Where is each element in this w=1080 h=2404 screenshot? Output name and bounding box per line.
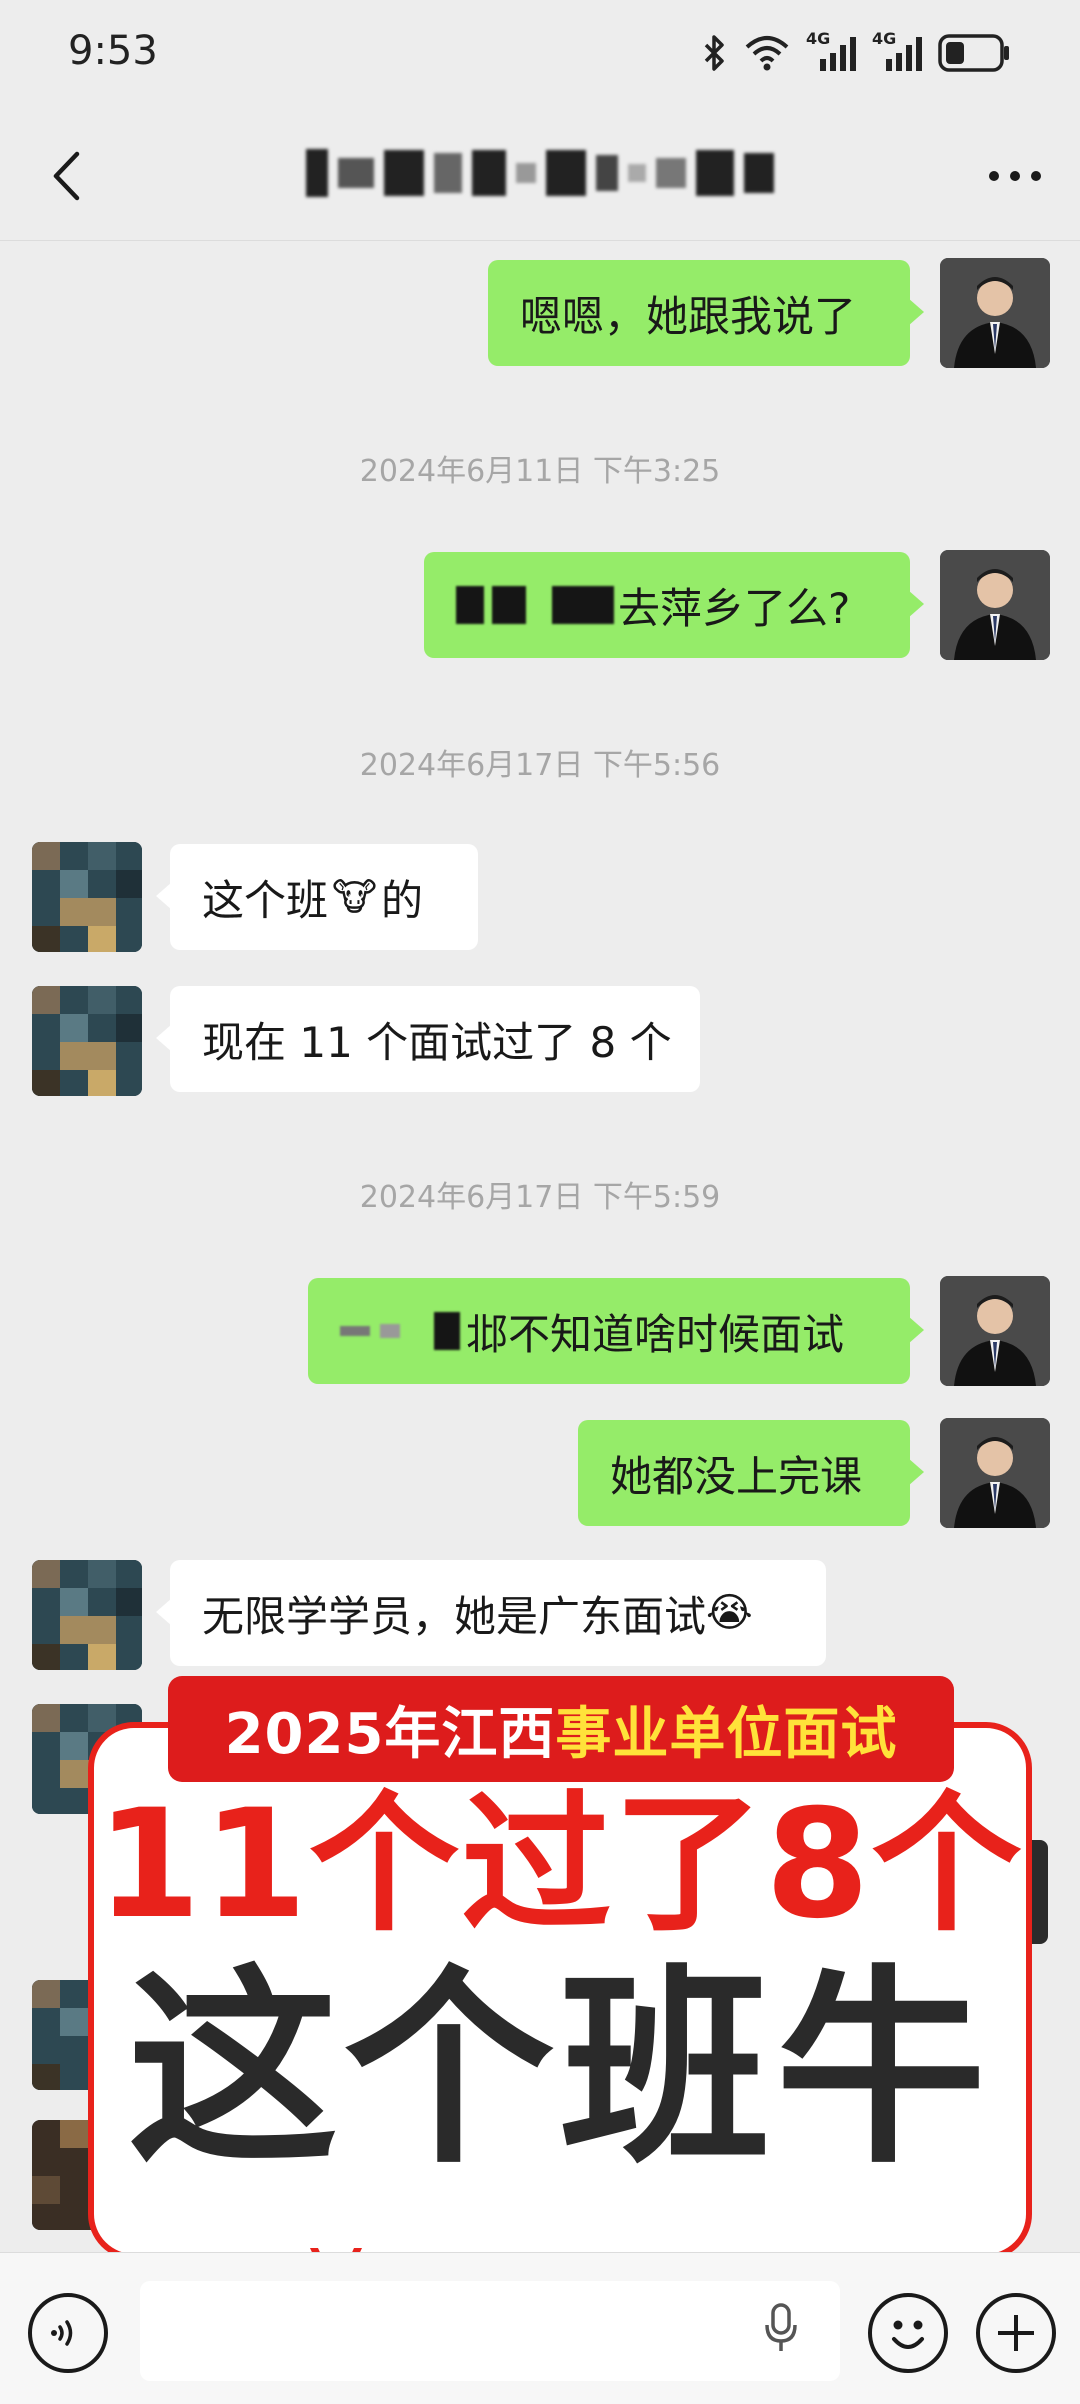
status-icons: 4G 4G: [702, 28, 1010, 78]
message-text: 去萍乡了么?: [618, 583, 851, 633]
chat-header: [0, 110, 1080, 241]
back-button[interactable]: [36, 146, 96, 206]
signal-4g-icon-1: 4G: [806, 29, 856, 73]
message-text: 嗯嗯，她跟我说了: [520, 291, 857, 341]
crying-emoji-icon: 😭: [706, 1590, 753, 1636]
message-input[interactable]: [140, 2281, 840, 2381]
chat-title: [250, 138, 830, 208]
message-bubble[interactable]: 她都没上完课: [578, 1420, 924, 1526]
voice-wave-icon: [51, 2320, 73, 2346]
cow-emoji-icon: 🐮: [332, 875, 377, 919]
message-text: 无限学学员，她是广东面试: [202, 1591, 707, 1641]
contact-avatar[interactable]: [32, 986, 142, 1096]
message-bubble[interactable]: 邶不知道啥时候面试: [308, 1278, 924, 1384]
avatar-person-icon: [940, 258, 1050, 368]
message-timestamp: 2024年6月11日 下午3:25: [359, 454, 721, 489]
plus-icon: [998, 2315, 1034, 2351]
hidden-bubble-edge: [1030, 1840, 1048, 1944]
message-bubble[interactable]: 嗯嗯，她跟我说了: [488, 260, 924, 366]
avatar-person-icon: [940, 1418, 1050, 1528]
message-timestamp: 2024年6月17日 下午5:56: [359, 748, 721, 783]
contact-avatar[interactable]: [32, 1560, 142, 1670]
redacted-text: [434, 1312, 460, 1350]
redacted-text: [552, 586, 614, 624]
promo-banner-accent: 事业单位面试: [555, 1701, 898, 1767]
message-text: 的: [381, 875, 424, 925]
promo-banner: 2025年江西 事业单位面试: [168, 1676, 954, 1782]
voice-toggle-button[interactable]: [28, 2293, 108, 2373]
promo-headline-result: 11个过了8个: [96, 1778, 1024, 1952]
my-avatar[interactable]: [940, 550, 1050, 660]
avatar-person-icon: [940, 1276, 1050, 1386]
more-options-button[interactable]: [980, 146, 1050, 206]
avatar-person-icon: [940, 550, 1050, 660]
status-bar: 9:53 4G 4G: [0, 0, 1080, 110]
message-text: 邶不知道啥时候面试: [466, 1309, 845, 1359]
status-time: 9:53: [68, 28, 158, 74]
promo-banner-text: 2025年江西: [224, 1701, 556, 1767]
signal-4g-icon-2: 4G: [872, 29, 922, 73]
chat-input-bar: [0, 2252, 1080, 2404]
redacted-text: [380, 1324, 400, 1338]
more-functions-button[interactable]: [976, 2293, 1056, 2373]
bluetooth-icon: [704, 35, 724, 71]
pixelated-avatar-icon: [32, 1560, 142, 1670]
message-text: 现在 11 个面试过了 8 个: [202, 1017, 672, 1067]
pixelated-avatar-icon: [32, 842, 142, 952]
redacted-text: [340, 1326, 370, 1336]
smiley-face-icon: [892, 2320, 924, 2349]
contact-avatar[interactable]: [32, 842, 142, 952]
chevron-left-icon: [53, 151, 80, 201]
pixelated-avatar-icon: [32, 986, 142, 1096]
wifi-icon: [745, 36, 789, 71]
promo-headline-praise: 这个班牛: [127, 1947, 992, 2192]
battery-icon: [938, 34, 1009, 72]
my-avatar[interactable]: [940, 1418, 1050, 1528]
message-bubble[interactable]: 无限学学员，她是广东面试 😭: [156, 1560, 826, 1666]
redacted-contact-name: [306, 149, 774, 197]
message-bubble[interactable]: 这个班 🐮 的: [156, 844, 478, 950]
redacted-text: [456, 586, 484, 624]
message-text: 她都没上完课: [610, 1451, 863, 1501]
my-avatar[interactable]: [940, 1276, 1050, 1386]
microphone-icon[interactable]: [764, 2303, 798, 2357]
message-text: 这个班: [202, 875, 329, 925]
message-bubble[interactable]: 去萍乡了么?: [424, 552, 924, 658]
redacted-text: [492, 586, 526, 624]
my-avatar[interactable]: [940, 258, 1050, 368]
message-timestamp: 2024年6月17日 下午5:59: [359, 1180, 721, 1215]
message-bubble[interactable]: 现在 11 个面试过了 8 个: [156, 986, 700, 1092]
more-dots-icon: [989, 171, 1041, 181]
emoji-button[interactable]: [868, 2293, 948, 2373]
